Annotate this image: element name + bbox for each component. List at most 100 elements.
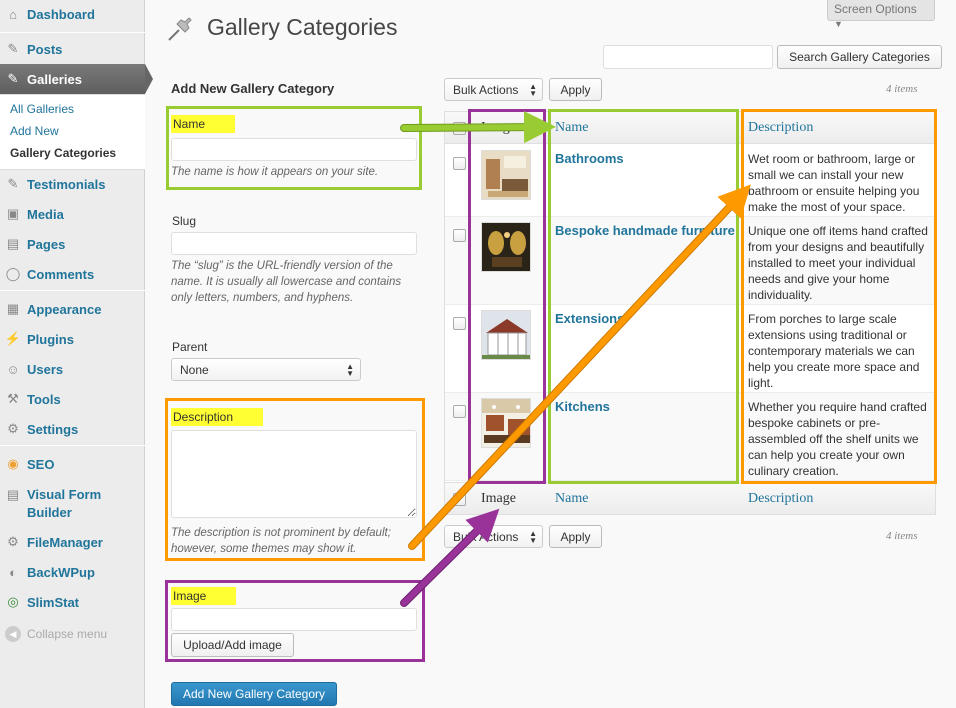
select-arrows-icon: ▲ ▼	[346, 362, 354, 378]
menu-backwpup[interactable]: ◐ BackWPup	[0, 559, 145, 585]
gear-icon: ⚙	[7, 534, 19, 549]
bulk-actions-label: Bulk Actions	[453, 530, 519, 544]
select-all-checkbox-footer[interactable]	[453, 493, 466, 506]
bulk-actions-label: Bulk Actions	[453, 83, 519, 97]
collapse-menu-button[interactable]: ◀ Collapse menu	[5, 626, 107, 642]
slug-label: Slug	[172, 214, 197, 228]
category-thumbnail	[481, 398, 531, 448]
row-checkbox[interactable]	[453, 405, 466, 418]
add-category-button[interactable]: Add New Gallery Category	[171, 682, 337, 706]
menu-seo[interactable]: ◉ SEO	[0, 451, 145, 477]
row-checkbox[interactable]	[453, 229, 466, 242]
row-checkbox[interactable]	[453, 157, 466, 170]
table-row: Extensions From porches to large scale e…	[445, 305, 935, 393]
collapse-arrow-icon: ◀	[5, 626, 21, 642]
menu-pages[interactable]: ▤ Pages	[0, 231, 145, 257]
items-count-top: 4 items	[886, 83, 918, 95]
row-description: Unique one off items hand crafted from y…	[748, 224, 928, 302]
menu-label: Dashboard	[27, 6, 95, 22]
description-textarea[interactable]	[171, 430, 417, 518]
submenu-add-new[interactable]: Add New	[10, 124, 59, 138]
bulk-actions-select-bottom[interactable]: Bulk Actions ▲ ▼	[444, 525, 543, 548]
submenu-all-galleries[interactable]: All Galleries	[10, 102, 74, 116]
plugins-icon: ⚡	[4, 331, 22, 346]
pin-icon: ✎	[7, 41, 19, 56]
menu-label: Media	[27, 206, 64, 222]
menu-label: Posts	[27, 41, 63, 57]
row-description: From porches to large scale extensions u…	[748, 312, 920, 390]
select-arrows-icon: ▲ ▼	[529, 82, 537, 98]
form-icon: ▤	[6, 487, 20, 502]
menu-plugins[interactable]: ⚡ Plugins	[0, 326, 145, 352]
column-name-footer[interactable]: Name	[555, 491, 588, 507]
menu-visual-form-builder[interactable]: ▤ Visual Form Builder	[0, 483, 145, 521]
users-icon: ☺	[6, 361, 20, 377]
pin-icon: ✎	[7, 71, 19, 86]
pushpin-icon	[168, 17, 192, 41]
seo-icon: ◉	[7, 456, 19, 471]
galleries-submenu: All Galleries Add New Gallery Categories	[0, 94, 145, 170]
menu-label: Galleries	[27, 71, 82, 87]
pages-icon: ▤	[6, 236, 20, 251]
column-description-footer[interactable]: Description	[748, 491, 813, 507]
menu-galleries[interactable]: ✎ Galleries	[0, 64, 153, 94]
kitchen-photo	[482, 399, 530, 447]
search-input[interactable]	[603, 45, 773, 69]
row-name-link[interactable]: Kitchens	[555, 399, 610, 414]
menu-label: SlimStat	[27, 594, 80, 610]
menu-filemanager[interactable]: ⚙ FileManager	[0, 529, 145, 555]
menu-settings[interactable]: ⚙ Settings	[0, 416, 145, 442]
description-label-text: Description	[171, 408, 264, 426]
select-arrows-icon: ▲ ▼	[529, 529, 537, 545]
parent-select[interactable]: None ▲ ▼	[171, 358, 361, 381]
image-label: Image	[171, 587, 237, 605]
row-checkbox[interactable]	[453, 317, 466, 330]
image-url-input[interactable]	[171, 608, 417, 631]
menu-comments[interactable]: ◯ Comments	[0, 261, 145, 287]
appearance-icon: ▦	[6, 301, 20, 316]
menu-dashboard[interactable]: ⌂ Dashboard	[0, 1, 145, 27]
name-input[interactable]	[171, 138, 417, 161]
image-label-text: Image	[171, 587, 237, 605]
menu-testimonials[interactable]: ✎ Testimonials	[0, 171, 145, 197]
screen-options-button[interactable]: Screen Options ▼	[827, 0, 935, 29]
upload-image-button[interactable]: Upload/Add image	[171, 633, 294, 657]
collapse-label: Collapse menu	[27, 627, 108, 641]
category-thumbnail	[481, 310, 531, 360]
apply-button-top[interactable]: Apply	[549, 78, 602, 101]
slug-input[interactable]	[171, 232, 417, 255]
admin-sidebar: ⌂ Dashboard ✎ Posts ✎ Galleries All Galleri…	[0, 0, 153, 708]
dashboard-icon: ⌂	[9, 6, 17, 22]
column-description[interactable]: Description	[748, 120, 813, 136]
table-row: Bespoke handmade furniture Unique one of…	[445, 217, 935, 305]
table-header: Image Name Description	[445, 112, 935, 144]
menu-appearance[interactable]: ▦ Appearance	[0, 296, 145, 322]
menu-label: SEO	[27, 456, 55, 472]
row-name-link[interactable]: Bespoke handmade furniture	[555, 223, 735, 238]
submenu-gallery-categories[interactable]: Gallery Categories	[10, 146, 116, 160]
bathroom-photo	[482, 151, 530, 199]
menu-media[interactable]: ▣ Media	[0, 201, 145, 227]
menu-slimstat[interactable]: ◎ SlimStat	[0, 589, 145, 615]
row-description: Wet room or bathroom, large or small we …	[748, 152, 920, 214]
dropdown-arrow-icon: ▼	[834, 19, 843, 29]
name-hint: The name is how it appears on your site.	[171, 166, 379, 178]
column-name[interactable]: Name	[555, 120, 588, 136]
row-name-link[interactable]: Extensions	[555, 311, 624, 326]
select-all-checkbox[interactable]	[453, 122, 466, 135]
name-label-text: Name	[171, 115, 236, 133]
bulk-actions-select-top[interactable]: Bulk Actions ▲ ▼	[444, 78, 543, 101]
furniture-photo	[482, 223, 530, 271]
menu-label: Appearance	[27, 301, 102, 317]
menu-tools[interactable]: ⚒ Tools	[0, 386, 145, 412]
apply-button-bottom[interactable]: Apply	[549, 525, 602, 548]
search-categories-button[interactable]: Search Gallery Categories	[777, 45, 942, 69]
menu-label: Tools	[27, 391, 61, 407]
row-name-link[interactable]: Bathrooms	[555, 151, 624, 166]
menu-posts[interactable]: ✎ Posts	[0, 36, 145, 62]
pin-icon: ✎	[7, 176, 19, 191]
menu-users[interactable]: ☺ Users	[0, 356, 145, 382]
menu-label: Visual Form Builder	[27, 487, 102, 520]
categories-table: Image Name Description Bathrooms Wet roo…	[444, 111, 936, 515]
table-footer: Image Name Description	[445, 482, 935, 514]
